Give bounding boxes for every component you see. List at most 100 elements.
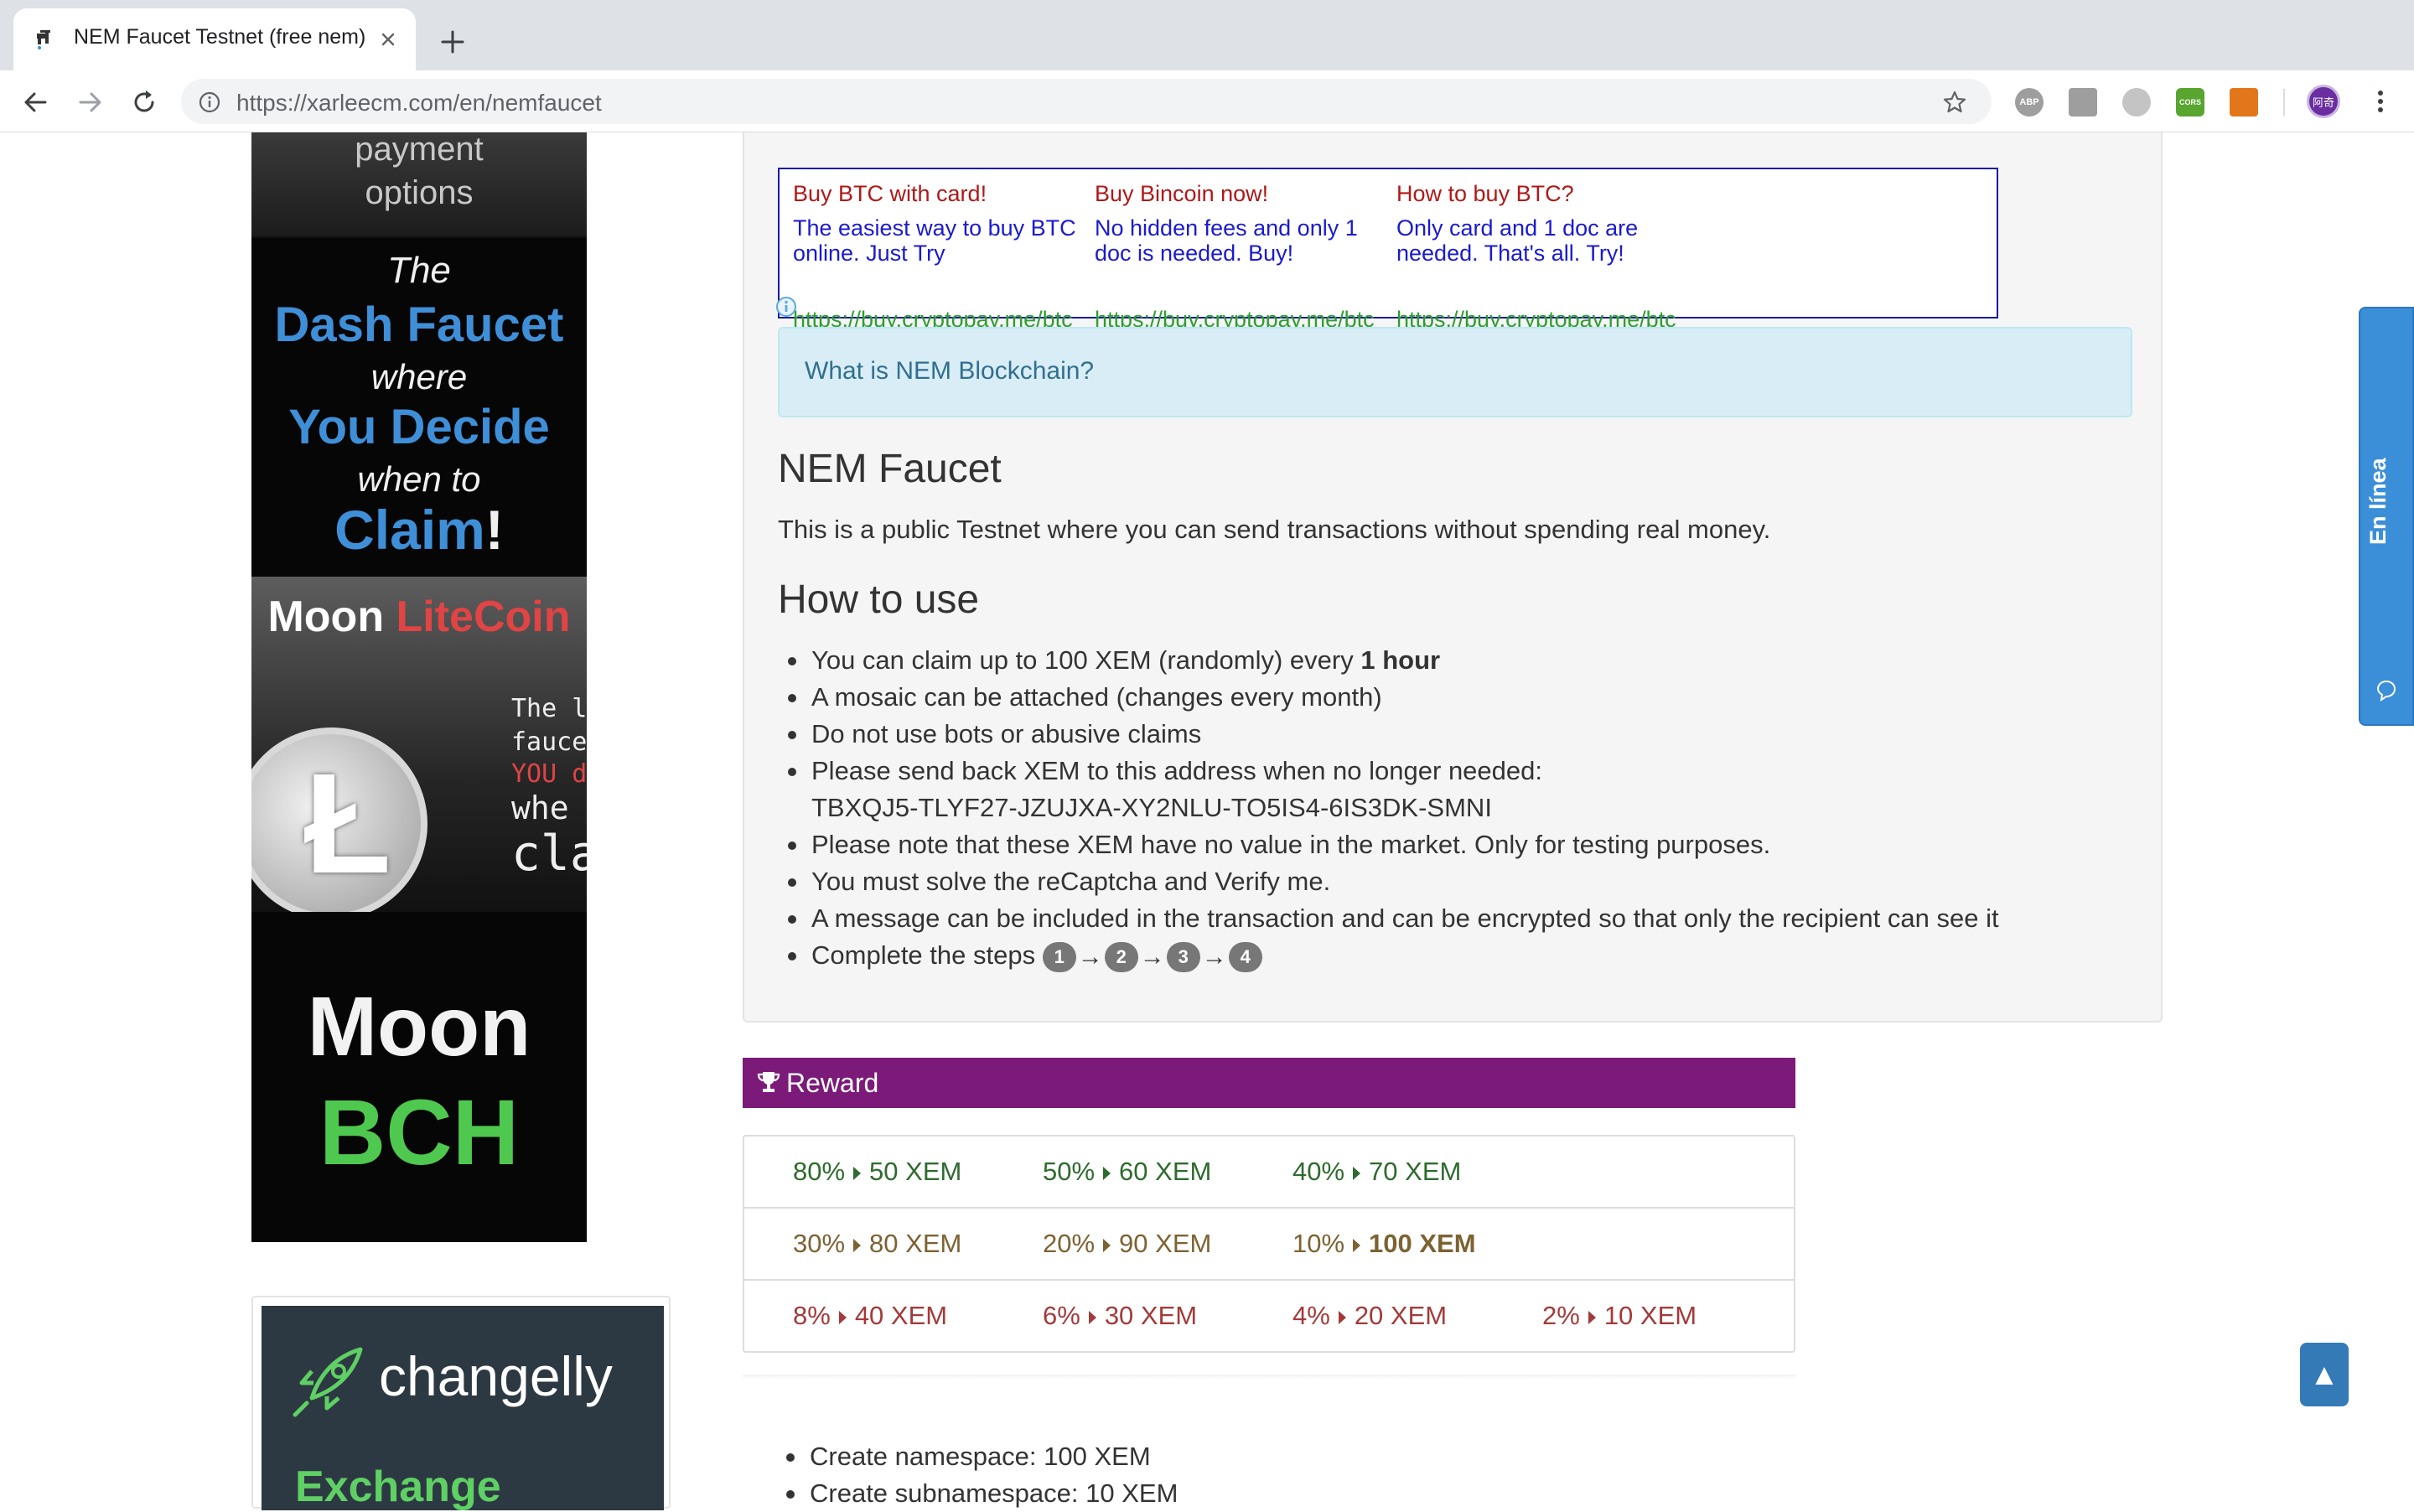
banner-text: faucet [511, 728, 587, 757]
reward-amount: 10 XEM [1603, 1301, 1697, 1330]
screenshot-extension-icon[interactable] [2069, 88, 2097, 117]
list-item: Please send back XEM to this address whe… [788, 753, 2152, 826]
banner-text: Moon [307, 980, 531, 1074]
browser-tab-active[interactable]: NEM Faucet Testnet (free nem) [13, 8, 416, 70]
ad-item[interactable]: Buy BTC with card! The easiest way to bu… [793, 181, 1078, 266]
banner-text: Moon [267, 593, 385, 641]
reward-cell: 40% 70 XEM [1292, 1157, 1461, 1187]
step-arrow: → [1139, 942, 1165, 971]
ad-title[interactable]: Buy BTC with card! [793, 181, 1078, 207]
banner-text: Claim [334, 499, 485, 561]
new-tab-plus-icon[interactable] [436, 25, 469, 59]
reward-percent: 40% [1292, 1157, 1345, 1186]
reward-table: 80% 50 XEM 50% 60 XEM 40% 70 XEM 30% 80 XEM 20% 9… [743, 1135, 1795, 1353]
banner-text: The lit [511, 694, 587, 723]
changelly-banner[interactable]: changelly Exchange [262, 1306, 664, 1510]
reward-amount: 70 XEM [1369, 1157, 1462, 1186]
reward-percent: 20% [1043, 1229, 1096, 1258]
changelly-banner-frame: changelly Exchange [251, 1296, 671, 1510]
caret-right-icon [1353, 1238, 1361, 1252]
ad-item[interactable]: Buy Bincoin now! No hidden fees and only… [1095, 181, 1380, 266]
list-item: You can claim up to 100 XEM (randomly) e… [788, 642, 2152, 679]
step-badge: 2 [1104, 941, 1138, 972]
dash-faucet-banner[interactable]: The Dash Faucet where You Decide when to… [251, 238, 587, 577]
reward-amount: 30 XEM [1104, 1301, 1198, 1330]
moon-bch-banner[interactable]: Moon BCH [251, 912, 587, 1242]
rocket-icon [293, 1347, 363, 1417]
live-chat-tab[interactable]: En línea [2359, 307, 2414, 726]
caret-right-icon [838, 1310, 847, 1324]
banner-text: payment [355, 132, 484, 168]
ad-choices-icon[interactable] [774, 295, 798, 318]
reward-percent: 8% [793, 1301, 831, 1330]
reward-percent: 80% [793, 1157, 846, 1186]
reward-title: Reward [786, 1068, 879, 1098]
metamask-fox-icon[interactable] [2230, 88, 2258, 117]
reward-amount: 40 XEM [854, 1301, 948, 1330]
reward-cell: 10% 100 XEM [1292, 1229, 1476, 1259]
back-arrow-icon[interactable] [18, 85, 52, 119]
abp-icon[interactable]: ABP [2015, 88, 2044, 117]
reward-amount: 100 XEM [1369, 1229, 1476, 1258]
list-item-text: Complete the steps [811, 940, 1036, 970]
scroll-to-top-button[interactable]: ▲ [2300, 1343, 2349, 1406]
text-ad-box[interactable]: Buy BTC with card! The easiest way to bu… [776, 168, 1998, 332]
chat-status-label: En línea [2365, 458, 2391, 545]
banner-text: YOU d [511, 759, 587, 789]
reward-cell: 80% 50 XEM [793, 1157, 961, 1187]
banner-text: Dash Faucet [274, 298, 564, 352]
list-item: Please note that these XEM have no value… [788, 826, 2152, 863]
nem-blockchain-info-bar[interactable]: What is NEM Blockchain? [778, 327, 2132, 417]
reload-icon[interactable] [127, 85, 161, 119]
step-badge: 4 [1228, 941, 1262, 972]
abp-label: ABP [2019, 97, 2039, 107]
faucet-favicon-icon [37, 30, 50, 49]
banner-text: cla [511, 825, 587, 882]
cors-icon[interactable]: CORS [2176, 88, 2204, 117]
address-bar[interactable]: https://xarleecm.com/en/nemfaucet [181, 79, 1992, 124]
caret-right-icon [1103, 1166, 1111, 1180]
faucet-info-panel: Buy BTC with card! The easiest way to bu… [743, 132, 2163, 1023]
ad-item[interactable]: How to buy BTC? Only card and 1 doc are … [1396, 181, 1681, 266]
profile-avatar[interactable]: 阿奇 [2307, 85, 2340, 118]
browser-menu-icon[interactable] [2365, 86, 2396, 117]
reward-percent: 10% [1292, 1229, 1345, 1258]
browser-tab-strip: NEM Faucet Testnet (free nem) [0, 0, 2414, 70]
claim-interval: 1 hour [1360, 645, 1441, 675]
ad-description: No hidden fees and only 1 doc is needed.… [1095, 215, 1358, 266]
reward-amount: 20 XEM [1354, 1301, 1448, 1330]
ad-description: The easiest way to buy BTC online. Just … [793, 215, 1076, 266]
ad-title[interactable]: Buy Bincoin now! [1095, 181, 1380, 207]
step-badge: 3 [1166, 941, 1200, 972]
list-item: Create subnamespace: 10 XEM [785, 1475, 1178, 1512]
step-badge: 1 [1042, 941, 1076, 972]
list-item-text: Please send back XEM to this address whe… [811, 756, 1542, 785]
reward-amount: 50 XEM [869, 1157, 962, 1186]
moon-litecoin-banner[interactable]: Moon LiteCoin Ł The lit faucet YOU d whe… [251, 577, 587, 912]
list-item: A message can be included in the transac… [788, 900, 2152, 937]
reward-cell: 6% 30 XEM [1043, 1301, 1197, 1331]
caret-right-icon [1338, 1310, 1346, 1324]
close-tab-icon[interactable] [376, 27, 401, 52]
cors-label: CORS [2178, 98, 2201, 106]
howto-list: You can claim up to 100 XEM (randomly) e… [778, 642, 2152, 976]
left-ad-banners[interactable]: payment options The Dash Faucet where Yo… [251, 132, 587, 1242]
ad-title[interactable]: How to buy BTC? [1396, 181, 1681, 207]
site-info-icon[interactable] [198, 91, 221, 114]
what-is-nem-link[interactable]: What is NEM Blockchain? [805, 357, 1094, 386]
banner-text: BCH [319, 1081, 520, 1184]
reward-divider [743, 1375, 1795, 1380]
extension-circle-icon[interactable] [2122, 88, 2151, 117]
caret-right-icon [1103, 1238, 1111, 1252]
reward-row: 8% 40 XEM 6% 30 XEM 4% 20 XEM 2% 10 XEM [744, 1281, 1794, 1353]
list-item: Complete the steps 1 → 2 → 3 → 4 [788, 937, 2152, 976]
tab-title: NEM Faucet Testnet (free nem) [74, 25, 366, 49]
list-item: You must solve the reCaptcha and Verify … [788, 863, 2152, 900]
reward-percent: 4% [1292, 1301, 1330, 1330]
payment-options-banner[interactable]: payment options [251, 132, 587, 238]
banner-text: LiteCoin [396, 593, 571, 641]
reward-row: 80% 50 XEM 50% 60 XEM 40% 70 XEM [744, 1137, 1794, 1209]
bookmark-star-icon[interactable] [1941, 89, 1968, 116]
forward-arrow-icon[interactable] [74, 85, 107, 119]
banner-text: The [387, 250, 451, 291]
